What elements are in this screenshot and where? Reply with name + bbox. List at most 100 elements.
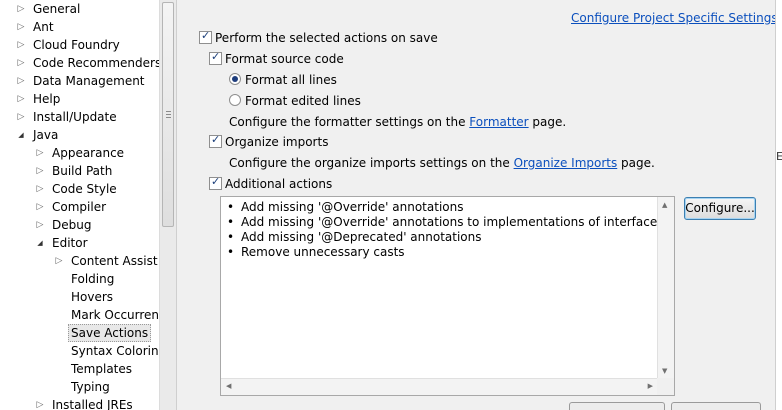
- collapsed-arrow-icon[interactable]: ▷: [16, 54, 26, 72]
- tree-item-label: Save Actions: [68, 324, 152, 342]
- collapsed-arrow-icon[interactable]: ▷: [16, 90, 26, 108]
- organize-imports-note: Configure the organize imports settings …: [229, 155, 655, 171]
- tree-item-label: Mark Occurrences: [71, 308, 159, 322]
- collapsed-arrow-icon[interactable]: ▷: [35, 198, 45, 216]
- bullet-icon: •: [227, 200, 235, 214]
- pane-splitter[interactable]: [176, 0, 185, 410]
- bullet-icon: •: [227, 230, 235, 244]
- scroll-grip-icon: [166, 111, 171, 112]
- format-all-lines-label[interactable]: Format all lines: [245, 72, 337, 88]
- tree-item-data-management[interactable]: ▷ Data Management: [0, 72, 159, 90]
- tree-item-syntax-coloring[interactable]: Syntax Coloring: [0, 342, 159, 360]
- tree-item-editor[interactable]: ◢ Editor: [0, 234, 159, 252]
- tree-item-general[interactable]: ▷ General: [0, 0, 159, 18]
- tree-item-save-actions[interactable]: Save Actions: [0, 324, 159, 342]
- actions-list-horizontal-scrollbar[interactable]: ◀ ▶: [221, 378, 658, 395]
- tree-item-label: Syntax Coloring: [71, 344, 159, 358]
- scroll-up-arrow-icon[interactable]: ▲: [662, 201, 667, 209]
- scroll-right-arrow-icon[interactable]: ▶: [648, 382, 653, 390]
- tree-item-hovers[interactable]: Hovers: [0, 288, 159, 306]
- tree-item-code-style[interactable]: ▷ Code Style: [0, 180, 159, 198]
- tree-item-label: Code Recommenders: [33, 56, 159, 70]
- restore-defaults-button[interactable]: [569, 402, 665, 410]
- organize-imports-link[interactable]: Organize Imports: [514, 156, 618, 170]
- tree-item-label: Ant: [33, 20, 54, 34]
- tree-item-cloud-foundry[interactable]: ▷ Cloud Foundry: [0, 36, 159, 54]
- format-edited-lines-radio[interactable]: [229, 94, 241, 106]
- tree-item-install-update[interactable]: ▷ Install/Update: [0, 108, 159, 126]
- tree-item-templates[interactable]: Templates: [0, 360, 159, 378]
- list-item[interactable]: • Add missing '@Override' annotations: [227, 200, 463, 215]
- additional-actions-label[interactable]: Additional actions: [225, 176, 332, 192]
- expanded-arrow-icon[interactable]: ◢: [16, 126, 26, 144]
- bullet-icon: •: [227, 245, 235, 259]
- actions-list-vertical-scrollbar[interactable]: ▲ ▼: [657, 197, 674, 379]
- tree-item-label: Content Assist: [71, 254, 158, 268]
- adjacent-window-edge: [775, 0, 782, 410]
- tree-item-ant[interactable]: ▷ Ant: [0, 18, 159, 36]
- collapsed-arrow-icon[interactable]: ▷: [16, 18, 26, 36]
- tree-item-typing[interactable]: Typing: [0, 378, 159, 396]
- preferences-tree[interactable]: ▷ General ▷ Ant ▷ Cloud Foundry ▷ Code Recommen…: [0, 0, 159, 410]
- configure-button[interactable]: Configure...: [684, 197, 756, 220]
- organize-note-suffix: page.: [617, 156, 655, 170]
- tree-item-label: Folding: [71, 272, 115, 286]
- scrollbar-corner: [657, 378, 674, 395]
- list-item-text: Add missing '@Deprecated' annotations: [241, 230, 482, 244]
- apply-button[interactable]: [671, 402, 761, 410]
- expanded-arrow-icon[interactable]: ◢: [35, 234, 45, 252]
- tree-item-label: Help: [33, 92, 61, 106]
- collapsed-arrow-icon[interactable]: ▷: [35, 180, 45, 198]
- perform-on-save-label[interactable]: Perform the selected actions on save: [215, 30, 438, 46]
- scroll-left-arrow-icon[interactable]: ◀: [226, 382, 231, 390]
- additional-actions-list[interactable]: • Add missing '@Override' annotations • Add…: [220, 196, 675, 396]
- tree-item-label: Java: [33, 128, 59, 142]
- additional-actions-checkbox[interactable]: [209, 175, 222, 190]
- tree-item-java[interactable]: ◢ Java: [0, 126, 159, 144]
- tree-item-content-assist[interactable]: ▷ Content Assist: [0, 252, 159, 270]
- list-item[interactable]: • Remove unnecessary casts: [227, 245, 405, 260]
- tree-item-compiler[interactable]: ▷ Compiler: [0, 198, 159, 216]
- format-edited-lines-label[interactable]: Format edited lines: [245, 93, 361, 109]
- collapsed-arrow-icon[interactable]: ▷: [16, 108, 26, 126]
- tree-item-installed-jres[interactable]: ▷ Installed JREs: [0, 396, 159, 410]
- tree-item-label: Templates: [71, 362, 133, 376]
- tree-item-label: Debug: [52, 218, 92, 232]
- list-item[interactable]: • Add missing '@Override' annotations to …: [227, 215, 674, 230]
- collapsed-arrow-icon[interactable]: ▷: [35, 144, 45, 162]
- collapsed-arrow-icon[interactable]: ▷: [35, 216, 45, 234]
- tree-item-help[interactable]: ▷ Help: [0, 90, 159, 108]
- tree-item-appearance[interactable]: ▷ Appearance: [0, 144, 159, 162]
- list-item[interactable]: • Add missing '@Deprecated' annotations: [227, 230, 482, 245]
- collapsed-arrow-icon[interactable]: ▷: [54, 252, 64, 270]
- tree-item-folding[interactable]: Folding: [0, 270, 159, 288]
- tree-item-mark-occurrences[interactable]: Mark Occurrences: [0, 306, 159, 324]
- collapsed-arrow-icon[interactable]: ▷: [16, 72, 26, 90]
- tree-vertical-scrollbar[interactable]: [159, 0, 176, 410]
- truncated-text: E:: [776, 150, 782, 163]
- collapsed-arrow-icon[interactable]: ▷: [35, 396, 45, 410]
- collapsed-arrow-icon[interactable]: ▷: [35, 162, 45, 180]
- scroll-down-arrow-icon[interactable]: ▼: [662, 367, 667, 375]
- configure-project-settings-link[interactable]: Configure Project Specific Settings...: [571, 10, 782, 26]
- format-source-label[interactable]: Format source code: [225, 51, 344, 67]
- tree-item-code-recommenders[interactable]: ▷ Code Recommenders: [0, 54, 159, 72]
- collapsed-arrow-icon[interactable]: ▷: [16, 36, 26, 54]
- tree-item-label: Code Style: [52, 182, 117, 196]
- bullet-icon: •: [227, 215, 235, 229]
- list-item-text: Add missing '@Override' annotations: [241, 200, 464, 214]
- organize-imports-label[interactable]: Organize imports: [225, 134, 328, 150]
- organize-imports-checkbox[interactable]: [209, 133, 222, 148]
- tree-item-build-path[interactable]: ▷ Build Path: [0, 162, 159, 180]
- format-source-checkbox[interactable]: [209, 50, 222, 65]
- tree-item-label: Hovers: [71, 290, 114, 304]
- collapsed-arrow-icon[interactable]: ▷: [16, 0, 26, 18]
- tree-item-label: Compiler: [52, 200, 107, 214]
- tree-item-debug[interactable]: ▷ Debug: [0, 216, 159, 234]
- tree-item-label: Cloud Foundry: [33, 38, 120, 52]
- tree-scrollbar-thumb[interactable]: [162, 2, 174, 227]
- perform-on-save-checkbox[interactable]: [199, 29, 212, 44]
- formatter-link[interactable]: Formatter: [469, 115, 528, 129]
- tree-item-label: Data Management: [33, 74, 145, 88]
- format-all-lines-radio[interactable]: [229, 73, 241, 85]
